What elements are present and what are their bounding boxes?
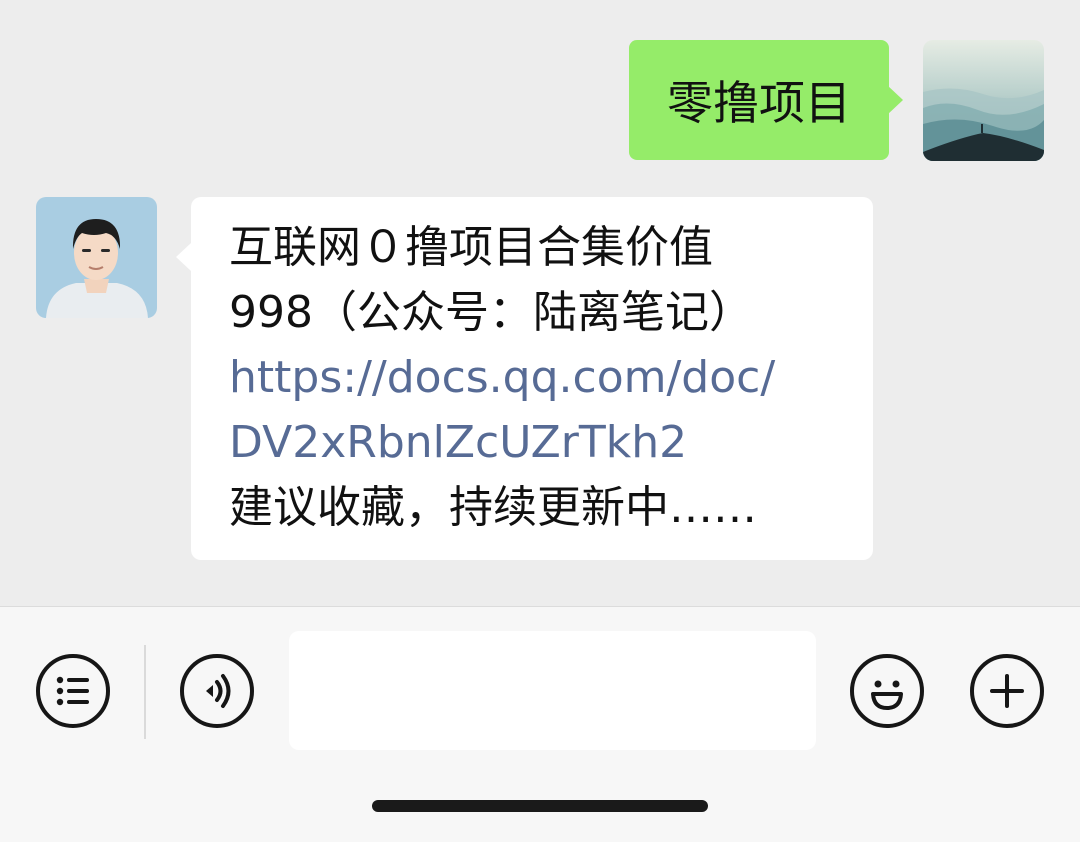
incoming-line-2: 998（公众号：陆离笔记）	[229, 287, 753, 338]
incoming-line-5: 建议收藏，持续更新中……	[229, 482, 757, 533]
more-button[interactable]	[970, 654, 1044, 728]
outgoing-message: 零撸项目	[629, 40, 1044, 161]
menu-button[interactable]	[36, 654, 110, 728]
input-bar	[0, 606, 1080, 842]
landscape-avatar-icon	[923, 40, 1044, 161]
person-avatar[interactable]	[36, 197, 157, 318]
person-avatar-icon	[36, 197, 157, 318]
home-indicator[interactable]	[372, 800, 708, 812]
landscape-avatar[interactable]	[923, 40, 1044, 161]
incoming-bubble[interactable]: 互联网０撸项目合集价值 998（公众号：陆离笔记） https://docs.q…	[176, 197, 873, 560]
chat-area: 零撸项目 互联网０撸项目合集价值 998（公众号：陆离笔记） https://d…	[0, 0, 1080, 606]
voice-icon	[206, 674, 231, 708]
list-icon	[56, 676, 89, 706]
message-input[interactable]	[289, 631, 816, 750]
plus-icon	[990, 674, 1024, 708]
voice-button[interactable]	[180, 654, 254, 728]
emoji-button[interactable]	[850, 654, 924, 728]
outgoing-message-text: 零撸项目	[667, 76, 851, 130]
input-divider	[144, 645, 146, 739]
doc-link-line-2[interactable]: DV2xRbnlZcUZrTkh2	[229, 410, 853, 475]
outgoing-bubble[interactable]: 零撸项目	[629, 40, 903, 160]
doc-link-line-1[interactable]: https://docs.qq.com/doc/	[229, 345, 853, 410]
incoming-line-1: 互联网０撸项目合集价值	[229, 222, 713, 273]
emoji-icon	[871, 680, 903, 710]
incoming-message: 互联网０撸项目合集价值 998（公众号：陆离笔记） https://docs.q…	[36, 197, 873, 560]
